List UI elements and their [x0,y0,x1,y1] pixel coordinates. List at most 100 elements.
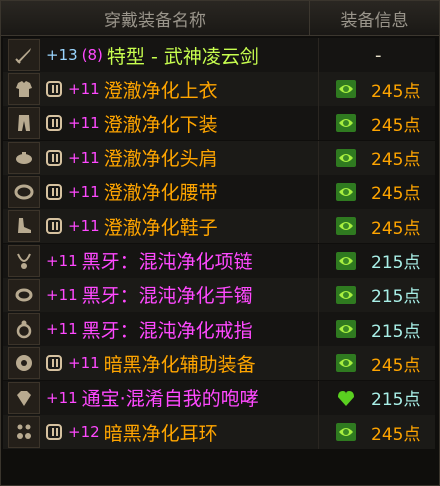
equipment-info-cell: 215点 [319,312,435,346]
equipment-name-cell: +11 黑牙：混沌净化戒指 [46,312,319,347]
equipment-info-cell: 245点 [319,209,435,243]
necklace-icon [8,244,40,277]
weapon-points: - [375,44,382,66]
equipment-panel: 穿戴装备名称 装备信息 +13 (8) 特型 - 武神凌云剑 - +11 澄澈净化… [0,0,440,486]
equipment-name: 暗黑净化耳环 [103,422,218,445]
equipment-row-coat[interactable]: +11 澄澈净化上衣 245点 [3,72,435,106]
equipment-name: 澄澈净化头肩 [103,148,218,171]
ring-icon [8,313,40,346]
equipment-name: 澄澈净化腰带 [103,182,218,205]
equipment-name-cell: +11 澄澈净化头肩 [46,140,319,175]
equipment-name-cell: +11 澄澈净化腰带 [46,174,319,209]
green-gem-icon [336,251,356,270]
green-gem-icon [336,80,356,98]
equipment-info-cell: 215点 [319,381,435,415]
weapon-info-cell: - [319,38,435,72]
gem-stone-icon [8,381,40,414]
shoulder-icon [8,141,40,174]
earring-icon [8,416,40,448]
equipment-name: 澄澈净化上衣 [103,79,218,102]
header-equipment-name: 穿戴装备名称 [1,1,310,35]
equipment-info-cell: 245点 [319,346,435,380]
equipment-info-cell: 215点 [319,244,435,278]
pants-icon [8,107,40,140]
lock-icon [46,183,62,200]
equipment-info-cell: 245点 [319,72,435,106]
equipment-row-belt[interactable]: +11 澄澈净化腰带 245点 [3,174,435,209]
coat-icon [8,73,40,105]
equipment-level: +11 [46,388,78,407]
equipment-level: +11 [68,114,100,133]
header-equipment-info: 装备信息 [340,10,409,31]
green-gem-icon [336,320,356,339]
equipment-row-shoulder[interactable]: +11 澄澈净化头肩 245点 [3,140,435,175]
sword-icon [8,39,40,71]
weapon-row[interactable]: +13 (8) 特型 - 武神凌云剑 - [3,38,435,72]
lock-icon [46,115,62,132]
equipment-info-cell: 245点 [319,175,435,209]
green-gem-icon [336,423,356,441]
equipment-name: 黑牙：混沌净化手镯 [81,285,253,308]
lock-icon [46,355,62,372]
equipment-level: +11 [46,285,78,304]
equipment-points: 245点 [371,424,421,445]
equipment-level: +12 [68,423,100,441]
green-gem-icon [336,148,356,167]
shoes-icon [8,210,40,243]
equipment-name: 澄澈净化鞋子 [103,216,218,239]
equipment-row-necklace[interactable]: +11 黑牙：混沌净化项链 215点 [3,243,435,278]
equipment-name-cell: +11 澄澈净化下装 [46,106,319,141]
equipment-name: 黑牙：混沌净化项链 [81,251,253,273]
equipment-info-cell: 245点 [319,141,435,175]
equipment-row-shoes[interactable]: +11 澄澈净化鞋子 245点 [3,209,435,244]
equipment-name-cell: +11 澄澈净化上衣 [46,72,319,106]
equipment-points: 215点 [371,321,421,342]
equipment-points: 245点 [371,218,421,239]
green-gem-icon [336,114,356,133]
equipment-name-cell: +11 暗黑净化辅助装备 [46,346,319,381]
equipment-level: +11 [46,320,78,339]
equipment-name-cell: +11 黑牙：混沌净化项链 [46,243,319,278]
table-header: 穿戴装备名称 装备信息 [1,1,439,36]
weapon-name-cell: +13 (8) 特型 - 武神凌云剑 [46,38,319,72]
equipment-row-earring[interactable]: +12 暗黑净化耳环 245点 [3,415,435,449]
weapon-grade: (8) [81,46,103,64]
equipment-level: +11 [46,251,78,270]
equipment-points: 245点 [371,81,421,102]
equipment-level: +11 [68,148,100,167]
green-gem-icon [336,354,356,373]
equipment-name: 暗黑净化辅助装备 [103,353,256,376]
support-icon [8,347,40,380]
equipment-points: 245点 [371,115,421,136]
equipment-points: 215点 [371,253,421,273]
equipment-name: 澄澈净化下装 [103,113,218,136]
equipment-level: +11 [68,182,100,201]
green-gem-icon [336,182,356,201]
equipment-points: 245点 [371,184,421,205]
equipment-points: 215点 [371,390,421,411]
lock-icon [46,218,62,235]
lock-icon [46,149,62,166]
equipment-level: +11 [68,354,100,373]
equipment-info-cell: 245点 [319,415,435,449]
equipment-row-support[interactable]: +11 暗黑净化辅助装备 245点 [3,346,435,381]
equipment-name-cell: +11 黑牙：混沌净化手镯 [46,277,319,312]
equipment-name-cell: +11 通宝·混淆自我的咆哮 [46,380,319,415]
equipment-name-cell: +12 暗黑净化耳环 [46,415,319,449]
weapon-level: +13 [46,46,78,64]
heart-gem-icon [338,390,354,406]
equipment-row-pants[interactable]: +11 澄澈净化下装 245点 [3,106,435,141]
equipment-level: +11 [68,80,100,98]
equipment-row-ring[interactable]: +11 黑牙：混沌净化戒指 215点 [3,312,435,347]
equipment-level: +11 [68,217,100,236]
equipment-points: 215点 [371,287,421,308]
equipment-info-cell: 215点 [319,278,435,312]
belt-icon [8,175,40,208]
equipment-name: 黑牙：混沌净化戒指 [81,319,253,342]
weapon-name: 特型 - 武神凌云剑 [106,45,259,68]
equipment-points: 245点 [371,150,421,171]
lock-icon [46,424,62,440]
equipment-points: 245点 [371,355,421,376]
equipment-row-bracelet[interactable]: +11 黑牙：混沌净化手镯 215点 [3,277,435,312]
equipment-row-magic[interactable]: +11 通宝·混淆自我的咆哮 215点 [3,380,435,415]
